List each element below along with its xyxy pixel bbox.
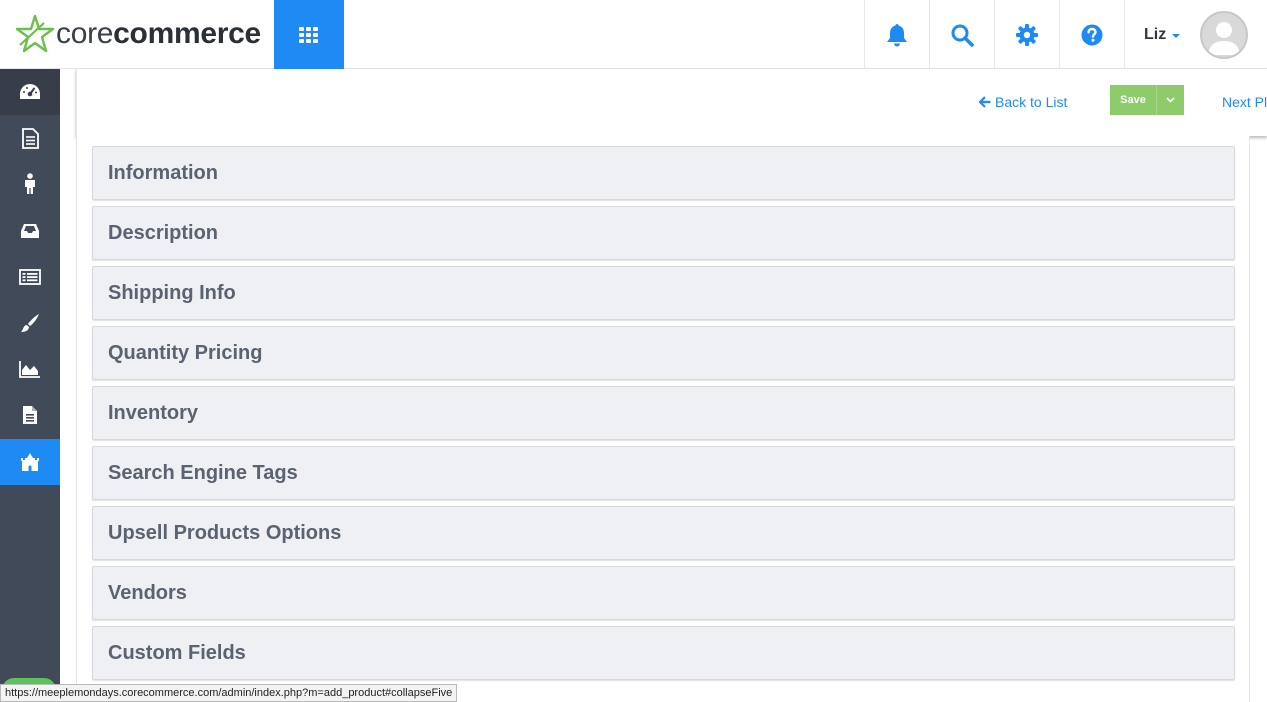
list-icon [19,268,41,285]
panel-quantity-pricing[interactable]: Quantity Pricing [92,326,1235,380]
sidebar-item-store[interactable] [0,438,60,485]
panel-description[interactable]: Description [92,206,1235,260]
arrow-left-icon [979,96,991,108]
gear-icon [1016,23,1038,46]
save-button[interactable]: Save [1110,85,1184,115]
sidebar-item-customers[interactable] [0,161,60,207]
panel-vendors[interactable]: Vendors [92,566,1235,620]
help-button[interactable] [1059,0,1124,69]
person-icon [25,173,35,195]
sidebar [0,69,60,702]
star-logo-icon [15,14,55,53]
panel-custom-fields[interactable]: Custom Fields [92,626,1235,680]
panel-title: Upsell Products Options [108,521,342,544]
panel-upsell-products-options[interactable]: Upsell Products Options [92,506,1235,560]
inbox-icon [21,223,39,238]
logo-text-light: core [56,17,114,50]
panel-shipping-info[interactable]: Shipping Info [92,266,1235,320]
panel-title: Description [108,221,219,244]
sidebar-item-dashboard[interactable] [0,69,60,116]
user-silhouette-icon [1208,21,1241,55]
file-text-icon [23,406,37,425]
panel-title: Inventory [108,401,199,424]
settings-button[interactable] [994,0,1059,69]
panel-title: Vendors [108,581,187,604]
search-button[interactable] [929,0,994,69]
status-bar-url: https://meeplemondays.corecommerce.com/a… [0,684,458,702]
castle-icon [21,452,39,471]
panel-information[interactable]: Information [92,146,1235,200]
sidebar-item-orders[interactable] [0,208,60,254]
product-form: Information Description Shipping Info Qu… [76,136,1250,702]
panel-title: Information [108,161,218,184]
question-icon [1081,24,1103,45]
top-header: corecommerce Liz [0,0,1267,69]
dashboard-icon [20,84,40,100]
sidebar-item-pages[interactable] [0,115,60,161]
panel-title: Shipping Info [108,281,236,304]
back-to-list-label: Back to List [995,94,1068,110]
corecommerce-logo[interactable]: corecommerce [14,12,261,56]
avatar [1200,10,1249,59]
logo-text-bold: commerce [113,17,261,50]
search-icon [951,24,974,47]
sidebar-item-design[interactable] [0,300,60,346]
user-name: Liz [1144,25,1167,43]
save-dropdown-toggle[interactable] [1156,85,1184,115]
bell-icon [887,23,907,46]
notifications-button[interactable] [864,0,929,69]
caret-down-icon [1172,33,1181,38]
next-product-link[interactable]: Next Pl [1222,94,1267,110]
sidebar-item-catalog[interactable] [0,254,60,300]
apps-menu-button[interactable] [274,0,344,69]
toolbar: Back to List Save Next Pl [76,69,1267,136]
save-label: Save [1120,94,1146,106]
panel-title: Custom Fields [108,641,246,664]
panel-inventory[interactable]: Inventory [92,386,1235,440]
panel-search-engine-tags[interactable]: Search Engine Tags [92,446,1235,500]
user-menu[interactable]: Liz [1124,0,1267,69]
document-icon [22,127,39,149]
brush-icon [21,314,39,333]
panel-title: Quantity Pricing [108,341,263,364]
header-actions: Liz [864,0,1267,69]
sidebar-item-content[interactable] [0,392,60,438]
panel-title: Search Engine Tags [108,461,298,484]
back-to-list-link[interactable]: Back to List [979,94,1067,110]
sidebar-item-reports[interactable] [0,346,60,392]
grid-icon [299,26,318,43]
chart-area-icon [19,361,40,379]
chevron-down-icon [1166,97,1175,103]
